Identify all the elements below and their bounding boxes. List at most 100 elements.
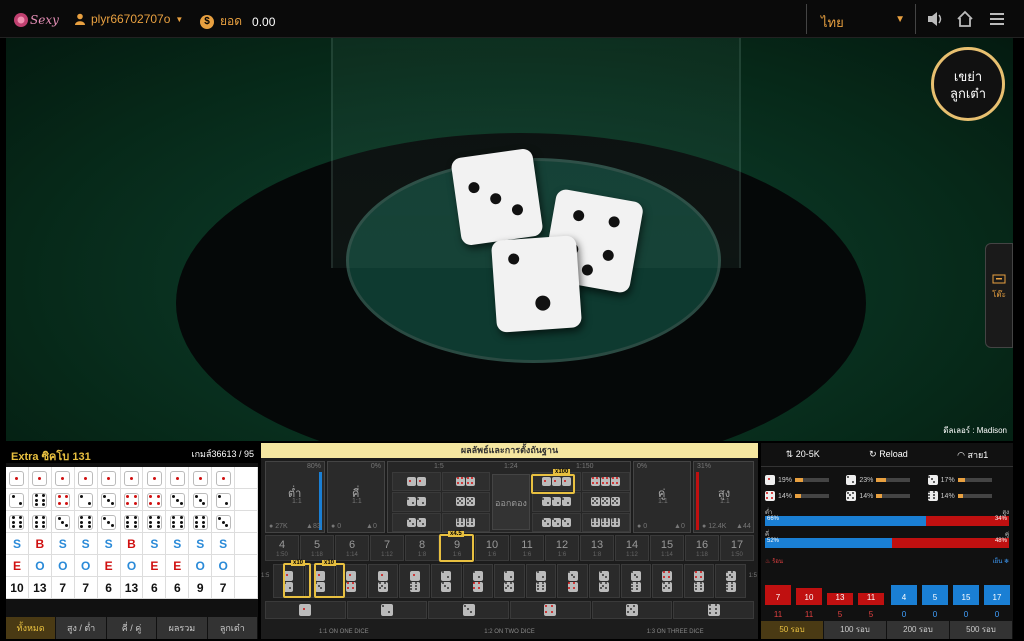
combo-bet-4-5[interactable] xyxy=(652,564,683,598)
total-bet-14[interactable]: 14 1:12 xyxy=(615,535,649,561)
big-pct-bar xyxy=(696,472,699,530)
home-icon[interactable] xyxy=(956,10,976,28)
road-dice-row xyxy=(6,489,258,511)
bet-even[interactable]: 0% คู่ 1:1 ● 0 ▲0 xyxy=(633,461,691,533)
line-select[interactable]: ◠ สาย1 xyxy=(957,448,988,462)
combo-bet-2-5[interactable] xyxy=(494,564,525,598)
combo-bet-2-3[interactable] xyxy=(430,564,462,598)
road-cell: 13 xyxy=(121,577,144,599)
single-bet-4[interactable] xyxy=(510,601,591,619)
total-bet-16[interactable]: 16 1:18 xyxy=(685,535,719,561)
die-face-1-icon xyxy=(9,470,25,486)
total-bet-10[interactable]: 10 1:6 xyxy=(475,535,509,561)
big-pct: 31% xyxy=(697,463,712,470)
total-bet-11[interactable]: 11 1:6 xyxy=(510,535,544,561)
die-face-1-icon xyxy=(346,570,357,581)
die-face-1-icon xyxy=(406,477,416,487)
total-bet-5[interactable]: 5 1:18 xyxy=(300,535,334,561)
rounds-tab[interactable]: 200 รอบ xyxy=(887,621,950,639)
face-stat: 14% xyxy=(927,491,1009,501)
language-select[interactable]: ไทย ▼ xyxy=(806,4,916,34)
triple-bet-cell[interactable] xyxy=(581,492,630,512)
triple-bet-cell[interactable] xyxy=(581,472,630,492)
menu-icon[interactable] xyxy=(988,10,1008,28)
total-odds: 1:8 xyxy=(592,552,602,558)
balance-value: 0.00 xyxy=(252,14,276,29)
single-bet-1[interactable] xyxy=(265,601,346,619)
even-odds: 1:1 xyxy=(658,498,668,505)
road-cell: B xyxy=(29,533,52,555)
single-bet-6[interactable] xyxy=(673,601,755,619)
combo-bet-2-4[interactable] xyxy=(462,564,494,598)
die-face-4-icon xyxy=(591,477,601,487)
roadmap-tab[interactable]: ลูกเต๋า xyxy=(207,617,259,639)
shake-dice-button[interactable]: เขย่า ลูกเต๋า xyxy=(931,47,1005,121)
total-bet-13[interactable]: 13 1:8 xyxy=(580,535,614,561)
combo-bet-5-6[interactable] xyxy=(715,564,746,598)
combo-bet-3-6[interactable] xyxy=(620,564,652,598)
die-1 xyxy=(450,147,544,247)
total-bet-17[interactable]: 17 1:50 xyxy=(720,535,754,561)
triple-bet-cell[interactable] xyxy=(392,492,441,512)
bet-odd[interactable]: 0% คี่ 1:1 ● 0 ▲0 xyxy=(327,461,385,533)
die-face-5-icon xyxy=(846,491,857,501)
road-cell xyxy=(29,511,52,533)
total-odds: 1:50 xyxy=(731,552,743,558)
die-face-2-icon xyxy=(381,604,393,616)
total-bet-8[interactable]: 8 1:8 xyxy=(405,535,439,561)
total-bet-15[interactable]: 15 1:14 xyxy=(650,535,684,561)
triple-bet-cell[interactable] xyxy=(532,492,581,512)
triple-bet-cell[interactable] xyxy=(441,512,490,532)
single-bet-3[interactable] xyxy=(428,601,510,619)
roadmap-tab[interactable]: คี่ / คู่ xyxy=(106,617,158,639)
roadmap-tab[interactable]: ทั้งหมด xyxy=(6,617,57,639)
total-bet-6[interactable]: 6 1:14 xyxy=(335,535,369,561)
road-cell: O xyxy=(121,555,144,577)
pair-odds-right: 1:5 xyxy=(748,573,757,579)
reload-button[interactable]: ↻ Reload xyxy=(869,449,908,460)
total-number: 12 xyxy=(555,539,569,551)
triple-bet-cell[interactable] xyxy=(581,512,630,532)
rounds-tab[interactable]: 50 รอบ xyxy=(761,621,824,639)
face-bar xyxy=(795,478,830,482)
rounds-tab[interactable]: 500 รอบ xyxy=(950,621,1013,639)
single-bet-5[interactable] xyxy=(591,601,673,619)
table-list-tab[interactable]: โต๊ะ xyxy=(985,243,1013,348)
bet-limit[interactable]: ⇅ 20-5K xyxy=(786,449,820,460)
bet-big[interactable]: 31% สูง 1:1 ● 12.4K ▲44 xyxy=(693,461,754,533)
road-cell xyxy=(166,511,190,533)
bet-small[interactable]: 80% ต่ำ 1:1 ● 27K ▲83 xyxy=(265,461,325,533)
die-face-2-icon xyxy=(551,497,561,507)
combo-bet-1-6[interactable] xyxy=(399,564,430,598)
die-face-1-icon xyxy=(215,470,231,486)
roadmap-tab[interactable]: ผลรวม xyxy=(157,617,208,639)
combo-bet-2-6[interactable] xyxy=(525,564,557,598)
total-bet-7[interactable]: 7 1:12 xyxy=(370,535,404,561)
bet-any-triple[interactable]: ออกตอง xyxy=(492,474,530,530)
rounds-tab[interactable]: 100 รอบ xyxy=(824,621,887,639)
die-face-4-icon xyxy=(472,581,483,592)
combo-bet-4-6[interactable] xyxy=(683,564,715,598)
roadmap-grid: S B S S S B S S S S E O O O E O E E O O 10 13 7 7 6 13 6 6 9 7 xyxy=(6,467,258,599)
specific-doubles-left[interactable] xyxy=(392,472,490,532)
shake-label-2: ลูกเต๋า xyxy=(949,86,987,101)
user-menu[interactable]: plyr66702707o ▼ xyxy=(74,12,183,26)
triple-bet-cell[interactable] xyxy=(441,492,490,512)
payout-note: 1:2 ON TWO DICE xyxy=(484,629,535,635)
die-face-6-icon xyxy=(169,514,185,530)
triple-bet-cell[interactable] xyxy=(441,472,490,492)
triple-bet-cell[interactable] xyxy=(392,472,441,492)
triple-bet-cell[interactable] xyxy=(392,512,441,532)
odd-even-ratio: 52% 48% xyxy=(765,538,1009,548)
roadmap-tab[interactable]: สูง / ต่ำ xyxy=(56,617,107,639)
triple-bet-cell[interactable] xyxy=(532,512,581,532)
combo-bet-3-4[interactable] xyxy=(557,564,588,598)
single-bet-2[interactable] xyxy=(346,601,428,619)
total-bet-4[interactable]: 4 1:50 xyxy=(265,535,299,561)
combo-bet-3-5[interactable] xyxy=(588,564,620,598)
face-stat: 23% xyxy=(846,475,927,485)
combo-bet-1-5[interactable] xyxy=(367,564,399,598)
total-bet-12[interactable]: 12 1:6 xyxy=(545,535,579,561)
total-multiplier: x4.5 xyxy=(448,531,464,537)
speaker-icon[interactable] xyxy=(926,10,946,28)
